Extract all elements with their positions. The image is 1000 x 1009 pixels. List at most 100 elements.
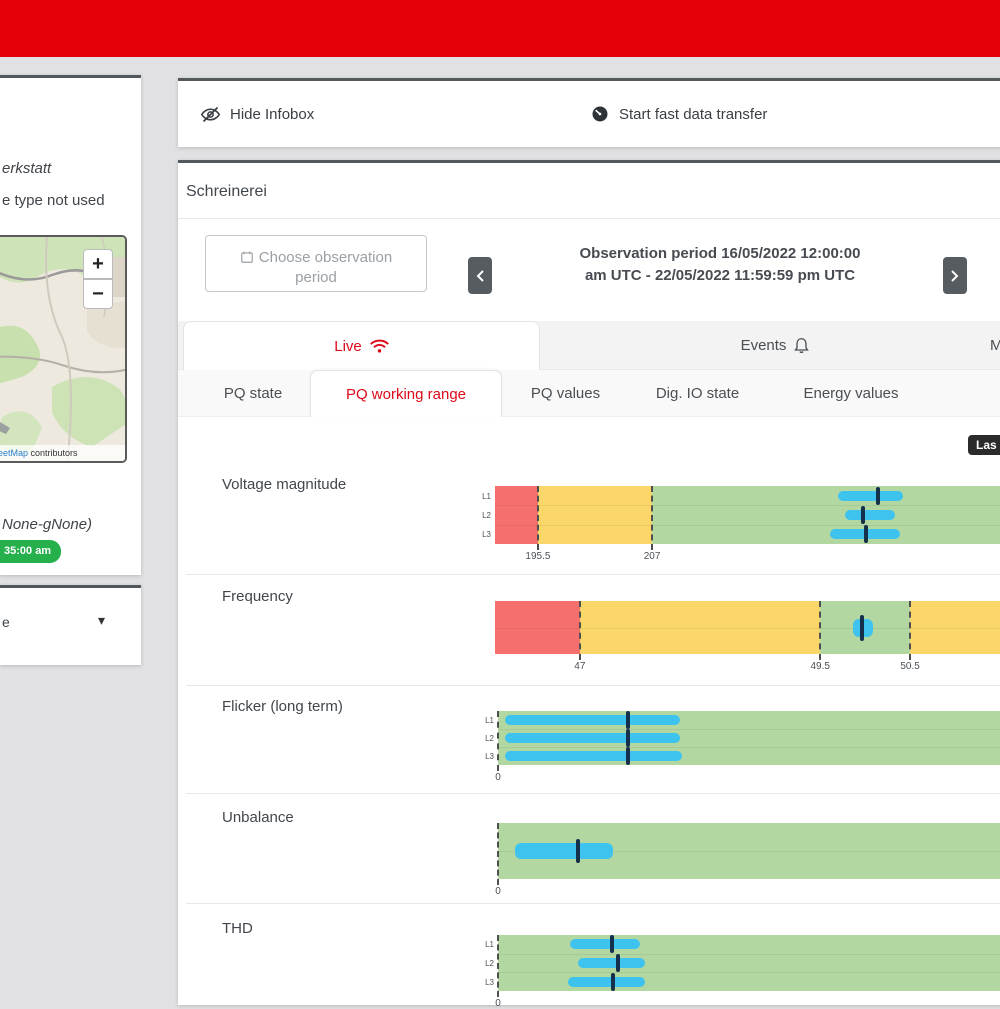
range-bar bbox=[515, 843, 613, 859]
timestamp-badge: 35:00 am bbox=[0, 540, 61, 563]
last-period-badge[interactable]: Las bbox=[968, 435, 1000, 455]
calendar-icon bbox=[240, 250, 254, 264]
subtab-dig-io-state[interactable]: Dig. IO state bbox=[640, 370, 755, 417]
chart-title-thd: THD bbox=[222, 920, 253, 937]
zone-boundary-line bbox=[819, 601, 821, 660]
current-value-mark bbox=[626, 711, 630, 729]
range-bar bbox=[845, 510, 895, 520]
zone-boundary-line bbox=[497, 711, 499, 771]
phase-label: L3 bbox=[478, 978, 494, 987]
grid-line bbox=[498, 972, 1000, 973]
tab-more[interactable]: M bbox=[990, 321, 1000, 370]
chevron-left-icon bbox=[476, 270, 484, 282]
grid-line bbox=[498, 954, 1000, 955]
zone-boundary-line bbox=[537, 486, 539, 550]
app-header-bar bbox=[0, 0, 1000, 57]
current-value-mark bbox=[876, 487, 880, 505]
zone-boundary-line bbox=[497, 935, 499, 997]
axis-tick-label: 47 bbox=[574, 661, 585, 672]
axis-tick-label: 49.5 bbox=[810, 661, 829, 672]
range-bar bbox=[505, 733, 680, 743]
current-value-mark bbox=[611, 973, 615, 991]
start-fast-data-transfer-button[interactable]: Start fast data transfer bbox=[590, 81, 767, 147]
divider bbox=[186, 574, 1000, 575]
subtab-pq-values[interactable]: PQ values bbox=[518, 370, 613, 417]
next-period-button[interactable] bbox=[943, 257, 967, 294]
previous-period-button[interactable] bbox=[468, 257, 492, 294]
dropdown-label: e bbox=[2, 614, 10, 630]
range-bar bbox=[570, 939, 640, 949]
phase-label: L1 bbox=[475, 492, 491, 501]
current-value-mark bbox=[610, 935, 614, 953]
hide-infobox-label: Hide Infobox bbox=[230, 106, 314, 123]
range-bar bbox=[505, 751, 682, 761]
map[interactable]: + − reetMap contributors bbox=[0, 235, 127, 463]
zone-boundary-line bbox=[651, 486, 653, 550]
phase-label: L1 bbox=[478, 940, 494, 949]
start-fast-data-transfer-label: Start fast data transfer bbox=[619, 106, 767, 123]
choose-observation-period-button[interactable]: Choose observation period bbox=[205, 235, 427, 292]
phase-label: L2 bbox=[475, 511, 491, 520]
subtab-energy-values[interactable]: Energy values bbox=[786, 370, 916, 417]
divider bbox=[178, 218, 1000, 219]
tab-live[interactable]: Live bbox=[183, 321, 540, 370]
main-tabstrip: Live Events M bbox=[178, 321, 1000, 370]
current-value-mark bbox=[616, 954, 620, 972]
map-attribution-link[interactable]: reetMap bbox=[0, 448, 28, 458]
range-bar bbox=[838, 491, 903, 501]
phase-label: L3 bbox=[478, 752, 494, 761]
chart-title-flicker: Flicker (long term) bbox=[222, 698, 343, 715]
map-zoom-out-button[interactable]: − bbox=[83, 279, 113, 309]
axis-tick-label: 50.5 bbox=[900, 661, 919, 672]
subtab-pq-working-range[interactable]: PQ working range bbox=[310, 370, 502, 417]
axis-tick-label: 0 bbox=[495, 772, 501, 783]
current-value-mark bbox=[626, 747, 630, 765]
subtab-pq-state[interactable]: PQ state bbox=[208, 370, 298, 417]
main-panel: Schreinerei Choose observation period Ob… bbox=[178, 160, 1000, 1005]
grid-line bbox=[495, 505, 1000, 506]
axis-tick-label: 195.5 bbox=[525, 551, 550, 562]
map-zoom-in-button[interactable]: + bbox=[83, 249, 113, 279]
axis-tick-label: 207 bbox=[644, 551, 661, 562]
chart-voltage-magnitude: L1L2L3195.5207 bbox=[495, 486, 1000, 544]
chart-flicker: L1L2L30 bbox=[498, 711, 1000, 765]
grid-line bbox=[495, 525, 1000, 526]
page-title: Schreinerei bbox=[186, 183, 267, 201]
current-value-mark bbox=[576, 839, 580, 863]
device-type-label: e type not used bbox=[2, 192, 105, 209]
subtabstrip: PQ state PQ working range PQ values Dig.… bbox=[178, 370, 1000, 417]
range-bar bbox=[578, 958, 645, 968]
chart-title-frequency: Frequency bbox=[222, 588, 293, 605]
sidebar-dropdown-panel: e ▾ bbox=[0, 585, 141, 665]
chart-frequency: 4749.550.5 bbox=[495, 601, 1000, 654]
phase-label: L2 bbox=[478, 959, 494, 968]
divider bbox=[186, 793, 1000, 794]
sidebar-info-panel: erkstatt e type not used + − reetMap con… bbox=[0, 75, 141, 575]
chevron-right-icon bbox=[951, 270, 959, 282]
axis-tick-label: 0 bbox=[495, 886, 501, 897]
zone-boundary-line bbox=[579, 601, 581, 660]
device-id-label: None-gNone) bbox=[2, 516, 92, 533]
current-value-mark bbox=[861, 506, 865, 524]
current-value-mark bbox=[860, 615, 864, 641]
chevron-down-icon[interactable]: ▾ bbox=[98, 612, 105, 629]
phase-label: L2 bbox=[478, 734, 494, 743]
chart-title-voltage: Voltage magnitude bbox=[222, 476, 346, 493]
grid-line bbox=[498, 747, 1000, 748]
chart-unbalance: 0 bbox=[498, 823, 1000, 879]
zone-boundary-line bbox=[497, 823, 499, 885]
map-attribution: reetMap contributors bbox=[0, 445, 125, 461]
zone-red bbox=[495, 486, 538, 544]
tab-events[interactable]: Events bbox=[630, 321, 920, 370]
hide-infobox-button[interactable]: Hide Infobox bbox=[200, 81, 314, 147]
range-bar bbox=[568, 977, 645, 987]
gauge-icon bbox=[590, 104, 610, 124]
bell-icon bbox=[794, 337, 809, 354]
range-bar bbox=[505, 715, 680, 725]
device-name-label: erkstatt bbox=[2, 160, 51, 177]
zone-green bbox=[652, 486, 1000, 544]
current-value-mark bbox=[864, 525, 868, 543]
main-toolbar: Hide Infobox Start fast data transfer bbox=[178, 78, 1000, 147]
divider bbox=[186, 685, 1000, 686]
phase-label: L1 bbox=[478, 716, 494, 725]
